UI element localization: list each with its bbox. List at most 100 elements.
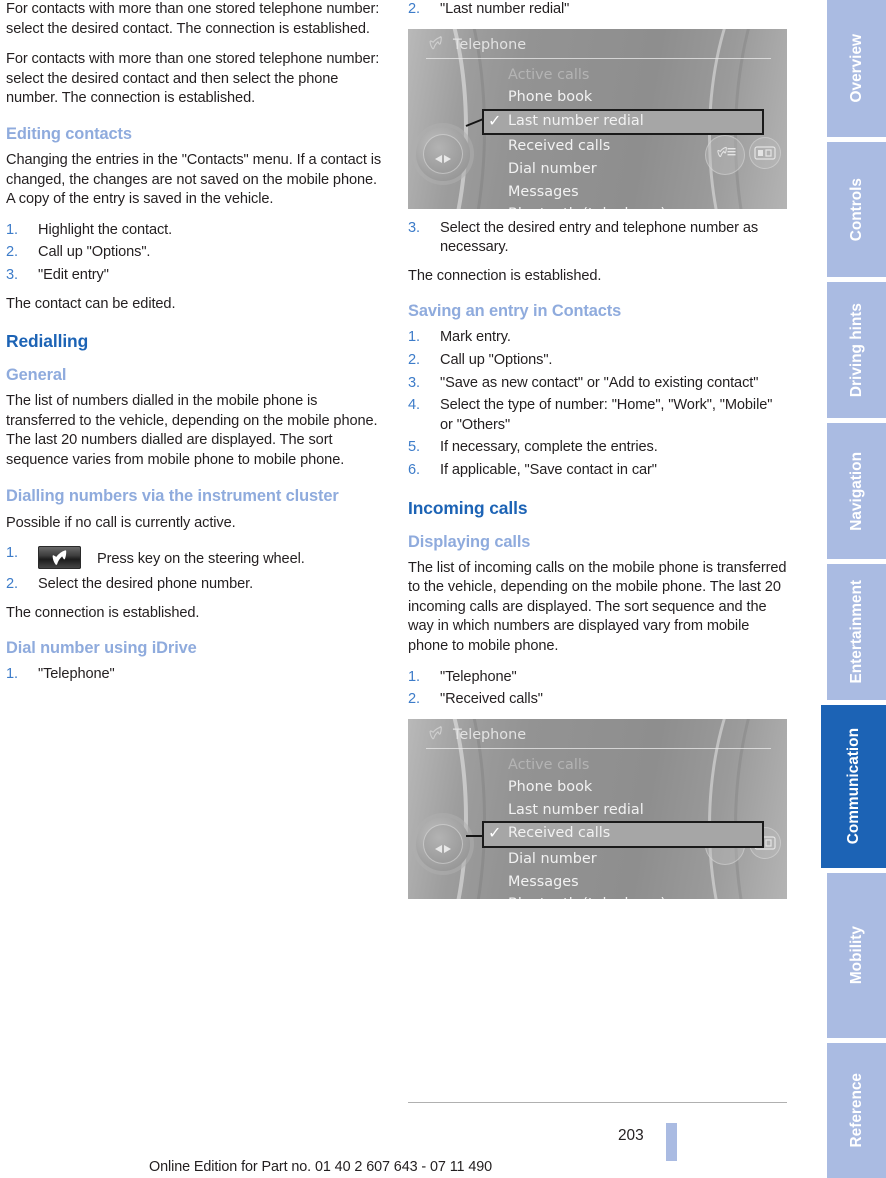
sidebar-tab-label: Controls: [847, 177, 865, 242]
menu-item-active-calls[interactable]: Active calls: [484, 754, 764, 777]
menu-item-label: Last number redial: [508, 112, 644, 129]
sidebar-tab-label: Communication: [844, 728, 862, 845]
menu-item-last-number-redial[interactable]: Last number redial: [484, 799, 764, 822]
list-item: 1. Mark entry.: [408, 328, 787, 348]
knob-inner-dial: [423, 133, 463, 174]
steps-displaying-calls: 1. "Telephone" 2. "Received calls": [408, 668, 787, 710]
step-number: 4.: [408, 397, 420, 414]
step-number: 3.: [408, 219, 420, 236]
step-number: 2.: [408, 1, 420, 17]
sidebar-tab-label: Reference: [847, 1073, 865, 1148]
menu-item-label: Received calls: [508, 825, 611, 842]
list-item: 6. If applicable, "Save contact in car": [408, 461, 787, 481]
step-number: 1.: [408, 329, 420, 346]
step-number: 5.: [408, 439, 420, 456]
step-text: Select the type of number: "Home", "Work…: [440, 397, 773, 433]
menu-item-last-number-redial[interactable]: ✓ Last number redial: [482, 108, 764, 136]
menu-item-bluetooth-telephone[interactable]: Bluetooth (telephone): [484, 893, 764, 898]
list-item: 1. "Telephone": [6, 665, 385, 685]
steps-dial-idrive: 1. "Telephone": [6, 665, 385, 685]
dashboard-arc: [408, 28, 468, 209]
step-text: "Last number redial": [440, 1, 570, 17]
idrive-menu-list: Active calls Phone book ✓ Last number re…: [482, 64, 764, 209]
step-number: 3.: [408, 374, 420, 391]
list-item: 2. Select the desired phone number.: [6, 575, 385, 595]
idrive-title-divider: [426, 57, 771, 59]
paragraph-contacts-multiple-numbers: For contacts with more than one stored t…: [6, 51, 380, 107]
list-item: 5. If necessary, complete the entries.: [408, 438, 787, 458]
idrive-title-row: Telephone: [426, 35, 526, 55]
steps-after-first-image: 3. Select the desired entry and telephon…: [408, 219, 787, 258]
page-number-marker-bar: [666, 1123, 677, 1161]
step-number: 2.: [6, 576, 18, 593]
paragraph-redialling-general: The list of numbers dialled in the mobil…: [6, 393, 378, 468]
list-item: 3. "Save as new contact" or "Add to exis…: [408, 374, 787, 394]
paragraph-contact-can-be-edited: The contact can be edited.: [6, 295, 176, 312]
step-number: 2.: [408, 351, 420, 368]
sidebar-tab-mobility[interactable]: Mobility: [827, 873, 886, 1038]
step-text: Highlight the contact.: [38, 221, 173, 238]
heading-editing-contacts: Editing contacts: [6, 124, 132, 143]
sidebar-tab-navigation[interactable]: Navigation: [827, 423, 886, 559]
paragraph-connection-established-left: The connection is established.: [6, 604, 200, 621]
arrow-left-icon: [435, 154, 442, 163]
sidebar-tab-label: Driving hints: [847, 302, 865, 398]
list-item: 4. Select the type of number: "Home", "W…: [408, 396, 787, 435]
sidebar-tab-label: Overview: [847, 34, 865, 103]
steering-wheel-phone-key-icon: [38, 546, 81, 570]
imprint-text: Online Edition for Part no. 01 40 2 607 …: [149, 1159, 493, 1175]
step-text: "Save as new contact" or "Add to existin…: [440, 374, 759, 391]
heading-displaying-calls: Displaying calls: [408, 532, 531, 551]
checkmark-icon: ✓: [488, 110, 502, 130]
telephone-handset-icon: [426, 725, 445, 745]
step-text: "Telephone": [440, 668, 517, 685]
menu-item-bluetooth-telephone[interactable]: Bluetooth (telephone): [484, 203, 764, 208]
menu-item-dial-number[interactable]: Dial number: [484, 848, 764, 871]
menu-item-messages[interactable]: Messages: [484, 181, 764, 204]
step-number: 1.: [6, 221, 18, 238]
telephone-handset-icon: [426, 35, 445, 55]
step-text: Select the desired phone number.: [38, 576, 254, 593]
arrow-right-icon: [444, 844, 451, 853]
dashboard-arc: [408, 28, 486, 209]
list-item: 1. Press key on the steering wheel.: [6, 544, 385, 572]
steps-dial-idrive-continued: 2. "Last number redial": [408, 0, 787, 20]
menu-item-phone-book[interactable]: Phone book: [484, 86, 764, 109]
list-item: 3. "Edit entry": [6, 266, 385, 286]
paragraph-no-call-active: Possible if no call is currently active.: [6, 514, 236, 531]
sidebar-tab-controls[interactable]: Controls: [827, 142, 886, 277]
menu-item-active-calls[interactable]: Active calls: [484, 64, 764, 87]
step-text: Call up "Options".: [38, 244, 151, 261]
steps-instrument-cluster: 1. Press key on the steering wheel. 2. S…: [6, 544, 385, 595]
menu-item-messages[interactable]: Messages: [484, 871, 764, 894]
menu-item-dial-number[interactable]: Dial number: [484, 158, 764, 181]
list-item: 2. Call up "Options".: [408, 351, 787, 371]
knob-inner-dial: [423, 823, 463, 864]
idrive-menu-list: Active calls Phone book Last number redi…: [482, 754, 764, 899]
menu-item-received-calls[interactable]: ✓ Received calls: [482, 821, 764, 849]
sidebar-tab-communication[interactable]: Communication: [821, 705, 886, 868]
sidebar-tab-overview[interactable]: Overview: [827, 0, 886, 137]
idrive-title-divider: [426, 747, 771, 749]
checkmark-icon: ✓: [488, 823, 502, 843]
chapter-tab-sidebar: Overview Controls Driving hints Navigati…: [800, 0, 886, 1178]
menu-item-phone-book[interactable]: Phone book: [484, 776, 764, 799]
arrow-left-icon: [435, 844, 442, 853]
step-number: 3.: [6, 266, 18, 283]
menu-item-received-calls[interactable]: Received calls: [484, 135, 764, 158]
dashboard-arc: [408, 718, 486, 899]
dashboard-arc: [408, 718, 468, 899]
list-item: 3. Select the desired entry and telephon…: [408, 219, 787, 258]
list-item: 2. "Received calls": [408, 690, 787, 710]
heading-general: General: [6, 366, 67, 385]
sidebar-tab-driving-hints[interactable]: Driving hints: [827, 282, 886, 418]
right-column: 2. "Last number redial" Telephone Active…: [408, 0, 787, 909]
heading-redialling: Redialling: [6, 331, 89, 352]
sidebar-tab-reference[interactable]: Reference: [827, 1043, 886, 1178]
idrive-title-row: Telephone: [426, 725, 526, 745]
step-text: "Received calls": [440, 691, 543, 708]
heading-dialling-instrument-cluster: Dialling numbers via the instrument clus…: [6, 486, 339, 505]
paragraph-editing-contacts: Changing the entries in the "Contacts" m…: [6, 151, 382, 208]
step-text: Select the desired entry and telephone n…: [440, 219, 759, 256]
sidebar-tab-entertainment[interactable]: Entertainment: [827, 564, 886, 700]
